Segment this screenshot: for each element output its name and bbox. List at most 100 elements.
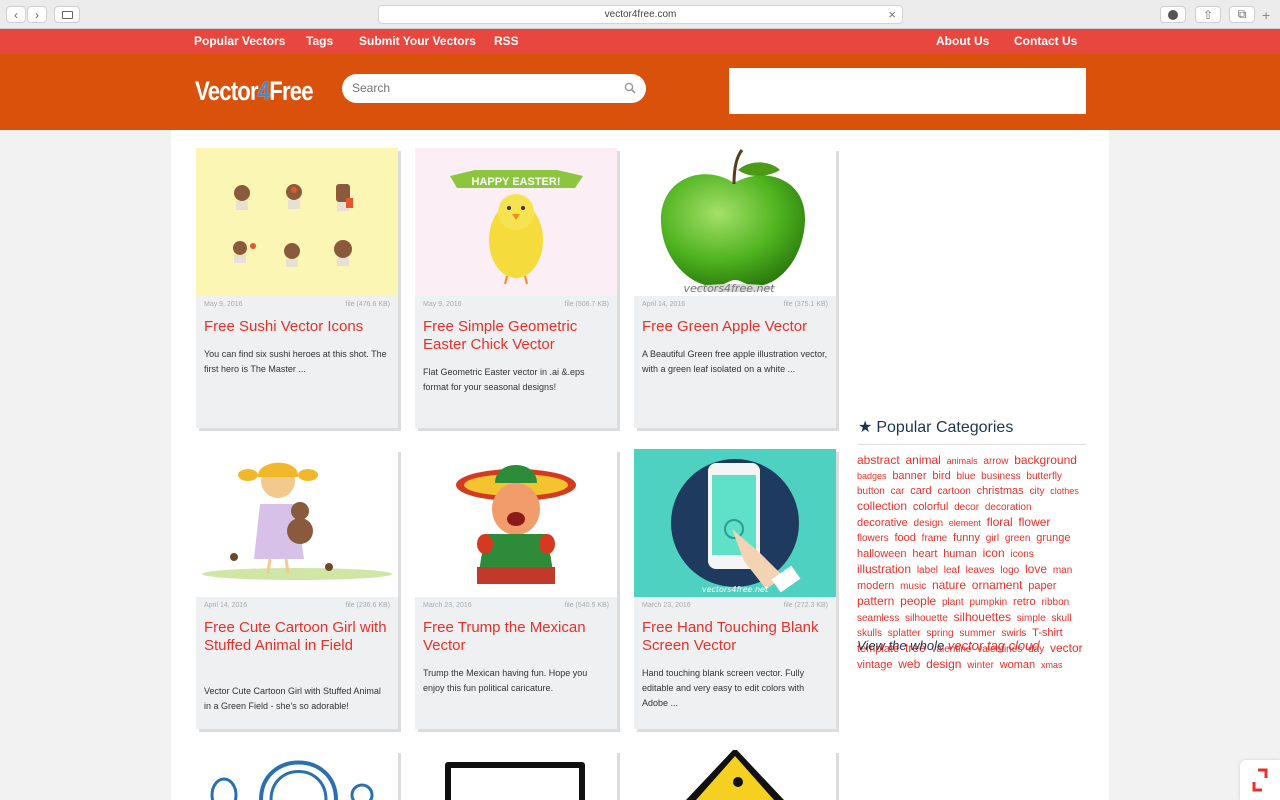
tag-link[interactable]: pumpkin — [969, 597, 1007, 608]
vector-card[interactable] — [415, 750, 617, 800]
tag-link[interactable]: logo — [1000, 565, 1019, 576]
card-title[interactable]: Free Simple Geometric Easter Chick Vecto… — [423, 318, 613, 354]
tag-link[interactable]: music — [900, 581, 926, 592]
vector-card[interactable]: April 14, 2016 file (236.6 KB) Free Cute … — [196, 449, 398, 729]
tag-link[interactable]: floral — [987, 515, 1013, 529]
view-tag-cloud-link[interactable]: vector tag cloud — [948, 638, 1040, 653]
tag-link[interactable]: icons — [1010, 549, 1033, 560]
card-title[interactable]: Free Green Apple Vector — [642, 318, 832, 336]
card-title[interactable]: Free Sushi Vector Icons — [204, 318, 394, 336]
card-image[interactable]: vectors4free.net — [634, 449, 836, 597]
card-image[interactable] — [415, 449, 617, 597]
nav-popular-vectors[interactable]: Popular Vectors — [194, 34, 285, 48]
sidebar-toggle-button[interactable] — [54, 6, 80, 23]
tag-link[interactable]: woman — [1000, 659, 1035, 671]
tag-link[interactable]: plant — [942, 597, 964, 608]
tag-link[interactable]: decorative — [857, 517, 908, 529]
card-title[interactable]: Free Cute Cartoon Girl with Stuffed Anim… — [204, 619, 394, 655]
tag-link[interactable]: car — [891, 486, 905, 497]
vector-card[interactable]: March 23, 2016 file (540.5 KB) Free Trump… — [415, 449, 617, 729]
tag-link[interactable]: skull — [1051, 613, 1071, 624]
nav-rss[interactable]: RSS — [494, 34, 519, 48]
tag-link[interactable]: man — [1053, 565, 1072, 576]
tag-link[interactable]: butterfly — [1026, 471, 1062, 482]
downloads-button[interactable] — [1160, 6, 1186, 23]
tag-link[interactable]: label — [917, 565, 938, 576]
card-title[interactable]: Free Trump the Mexican Vector — [423, 619, 613, 655]
tag-link[interactable]: ornament — [972, 578, 1023, 592]
vector-card[interactable]: May 9, 2016 file (476.6 KB) Free Sushi Ve… — [196, 148, 398, 428]
tag-link[interactable]: leaves — [966, 565, 995, 576]
tag-link[interactable]: button — [857, 486, 885, 497]
share-button[interactable]: ⇧ — [1195, 6, 1221, 23]
address-bar[interactable]: vector4free.com × — [378, 5, 903, 24]
corner-widget[interactable] — [1240, 760, 1280, 800]
tabs-button[interactable]: ⧉ — [1229, 6, 1255, 23]
tag-link[interactable]: collection — [857, 499, 907, 513]
tag-link[interactable]: human — [943, 548, 977, 560]
tag-link[interactable]: banner — [892, 470, 926, 482]
vector-card[interactable]: vectors4free.net April 14, 2016 file (375… — [634, 148, 836, 428]
tag-link[interactable]: badges — [857, 471, 887, 481]
card-image[interactable] — [196, 148, 398, 296]
tag-link[interactable]: decor — [954, 502, 979, 513]
tag-link[interactable]: card — [910, 485, 931, 497]
tag-link[interactable]: green — [1005, 533, 1031, 544]
tag-link[interactable]: vector — [1050, 641, 1083, 655]
nav-about-us[interactable]: About Us — [936, 34, 989, 48]
tag-link[interactable]: background — [1014, 453, 1077, 467]
tag-link[interactable]: abstract — [857, 453, 900, 467]
tag-link[interactable]: illustration — [857, 562, 911, 576]
tag-link[interactable]: girl — [986, 533, 999, 544]
search-icon[interactable] — [624, 82, 636, 94]
tag-link[interactable]: city — [1029, 486, 1044, 497]
nav-contact-us[interactable]: Contact Us — [1014, 34, 1077, 48]
vector-card[interactable]: vectors4free.net March 23, 2016 file (272… — [634, 449, 836, 729]
tag-link[interactable]: cartoon — [937, 486, 970, 497]
tag-link[interactable]: nature — [932, 578, 966, 592]
back-button[interactable]: ‹ — [6, 6, 26, 23]
tag-link[interactable]: design — [926, 657, 961, 671]
new-tab-icon[interactable]: + — [1262, 7, 1270, 23]
tag-link[interactable]: halloween — [857, 548, 907, 560]
card-image[interactable]: vectors4free.net — [634, 148, 836, 296]
tag-link[interactable]: flowers — [857, 533, 889, 544]
nav-submit-vectors[interactable]: Submit Your Vectors — [359, 34, 476, 48]
site-logo[interactable]: Vector4Free — [195, 76, 314, 107]
card-image[interactable] — [196, 449, 398, 597]
tag-link[interactable]: heart — [912, 548, 937, 560]
tag-link[interactable]: grunge — [1036, 532, 1070, 544]
tag-link[interactable]: modern — [857, 580, 894, 592]
tag-link[interactable]: simple — [1017, 613, 1046, 624]
tag-link[interactable]: seamless — [857, 613, 899, 624]
tag-link[interactable]: ribbon — [1041, 597, 1069, 608]
card-image[interactable]: HAPPY EASTER! — [415, 148, 617, 296]
card-title[interactable]: Free Hand Touching Blank Screen Vector — [642, 619, 832, 655]
tag-link[interactable]: clothes — [1050, 486, 1079, 496]
tag-link[interactable]: design — [914, 518, 943, 529]
tag-link[interactable]: colorful — [913, 501, 948, 513]
tag-link[interactable]: animal — [905, 453, 940, 467]
forward-button[interactable]: › — [27, 6, 47, 23]
tag-link[interactable]: pattern — [857, 594, 894, 608]
tag-link[interactable]: silhouettes — [954, 610, 1011, 624]
tag-link[interactable]: retro — [1013, 596, 1036, 608]
tag-link[interactable]: leaf — [944, 565, 960, 576]
tag-link[interactable]: business — [981, 471, 1020, 482]
tag-link[interactable]: funny — [953, 532, 980, 544]
tag-link[interactable]: vintage — [857, 659, 892, 671]
tag-link[interactable]: web — [898, 657, 920, 671]
tag-link[interactable]: icon — [983, 546, 1005, 560]
nav-tags[interactable]: Tags — [306, 34, 333, 48]
vector-card[interactable] — [634, 748, 836, 800]
vector-card[interactable] — [196, 750, 398, 800]
tag-link[interactable]: animals — [947, 456, 978, 466]
vector-card[interactable]: HAPPY EASTER! May 9, 2016 file (506.7 KB)… — [415, 148, 617, 428]
tag-link[interactable]: people — [900, 594, 936, 608]
search-input[interactable] — [352, 81, 612, 95]
stop-icon[interactable]: × — [888, 7, 896, 22]
tag-link[interactable]: love — [1025, 562, 1047, 576]
tag-link[interactable]: christmas — [977, 485, 1024, 497]
tag-link[interactable]: silhouette — [905, 613, 948, 624]
tag-link[interactable]: decoration — [985, 502, 1032, 513]
